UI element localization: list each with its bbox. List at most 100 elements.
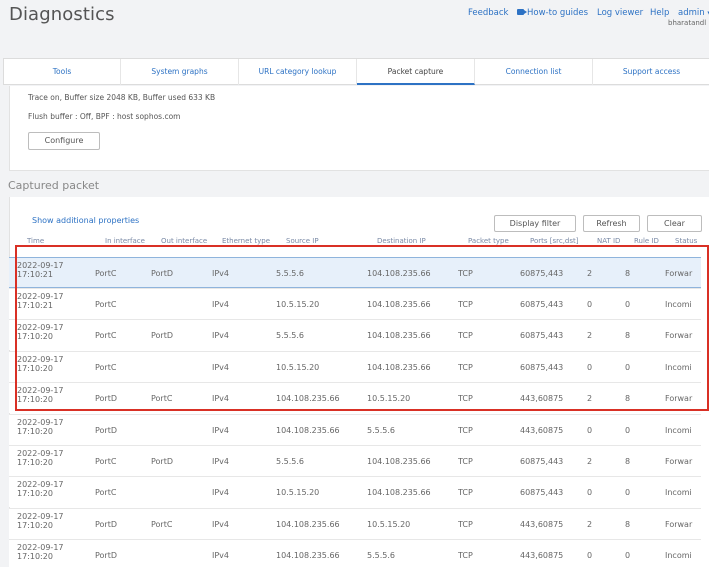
cell-nat: 2 [587, 394, 593, 403]
table-row[interactable]: 2022-09-17 17:10:20 PortC PortD IPv4 5.5.5.6 1… [9, 445, 701, 476]
admin-menu[interactable]: admin ▾ [678, 8, 709, 18]
cell-time: 2022-09-17 17:10:20 [17, 386, 83, 404]
cell-date: 2022-09-17 [17, 261, 64, 270]
cell-clock: 17:10:20 [17, 552, 53, 561]
cell-eth: IPv4 [212, 394, 230, 403]
table-row[interactable]: 2022-09-17 17:10:20 PortD PortC IPv4 104.108.… [9, 508, 701, 539]
cell-date: 2022-09-17 [17, 480, 64, 489]
cell-rule: 0 [625, 488, 631, 497]
cell-rule: 8 [625, 457, 631, 466]
cell-date: 2022-09-17 [17, 355, 64, 364]
tab-url-category-lookup[interactable]: URL category lookup [239, 59, 357, 85]
cell-date: 2022-09-17 [17, 449, 64, 458]
col-status[interactable]: Status [675, 235, 697, 247]
table-row[interactable]: 2022-09-17 17:10:20 PortC IPv4 10.5.15.20 104… [9, 476, 701, 507]
cell-clock: 17:10:20 [17, 364, 53, 373]
cell-out: PortD [151, 331, 174, 340]
cell-eth: IPv4 [212, 426, 230, 435]
cell-ports: 443,60875 [520, 551, 564, 560]
col-in-interface[interactable]: In interface [105, 235, 145, 247]
cell-status: Incomi [665, 488, 692, 497]
cell-time: 2022-09-17 17:10:20 [17, 449, 83, 467]
refresh-button[interactable]: Refresh [583, 215, 640, 232]
cell-time: 2022-09-17 17:10:20 [17, 355, 83, 373]
cell-ptype: TCP [458, 363, 473, 372]
trace-status: Trace on, Buffer size 2048 KB, Buffer us… [28, 93, 216, 102]
cell-ports: 60875,443 [520, 363, 564, 372]
cell-time: 2022-09-17 17:10:20 [17, 418, 83, 436]
show-additional-properties-link[interactable]: Show additional properties [32, 216, 139, 225]
table-row[interactable]: 2022-09-17 17:10:20 PortC IPv4 10.5.15.20 104… [9, 351, 701, 382]
cell-nat: 2 [587, 457, 593, 466]
col-source-ip[interactable]: Source IP [286, 235, 319, 247]
cell-src: 5.5.5.6 [276, 457, 304, 466]
cell-eth: IPv4 [212, 520, 230, 529]
cell-nat: 2 [587, 520, 593, 529]
table-row[interactable]: 2022-09-17 17:10:21 PortC IPv4 10.5.15.20 104… [9, 288, 701, 319]
cell-eth: IPv4 [212, 363, 230, 372]
tab-packet-capture[interactable]: Packet capture [357, 59, 475, 85]
how-to-guides-link[interactable]: How-to guides [517, 8, 588, 18]
tab-connection-list[interactable]: Connection list [475, 59, 593, 85]
cell-status: Incomi [665, 363, 692, 372]
configure-button[interactable]: Configure [28, 132, 100, 150]
cell-rule: 0 [625, 363, 631, 372]
cell-src: 104.108.235.66 [276, 551, 340, 560]
username: bharatandl [668, 19, 707, 27]
cell-ports: 60875,443 [520, 488, 564, 497]
cell-dst: 5.5.5.6 [367, 426, 395, 435]
col-time[interactable]: Time [27, 235, 44, 247]
cell-out: PortC [151, 394, 173, 403]
cell-rule: 0 [625, 426, 631, 435]
top-links: Feedback How-to guides Log viewer Help a… [0, 8, 709, 20]
cell-status: Incomi [665, 426, 692, 435]
cell-ports: 443,60875 [520, 426, 564, 435]
cell-date: 2022-09-17 [17, 512, 64, 521]
cell-status: Forwar [665, 269, 693, 278]
table-row[interactable]: 2022-09-17 17:10:21 PortC PortD IPv4 5.5.5.6 1… [9, 257, 701, 288]
clear-button[interactable]: Clear [647, 215, 702, 232]
cell-date: 2022-09-17 [17, 418, 64, 427]
cell-date: 2022-09-17 [17, 543, 64, 552]
col-nat-id[interactable]: NAT ID [597, 235, 620, 247]
col-destination-ip[interactable]: Destination IP [377, 235, 426, 247]
tab-tools[interactable]: Tools [4, 59, 121, 85]
col-ethernet-type[interactable]: Ethernet type [222, 235, 270, 247]
table-row[interactable]: 2022-09-17 17:10:20 PortC PortD IPv4 5.5.5.6 1… [9, 319, 701, 350]
cell-ptype: TCP [458, 300, 473, 309]
table-row[interactable]: 2022-09-17 17:10:20 PortD PortC IPv4 104.108.… [9, 382, 701, 413]
cell-eth: IPv4 [212, 488, 230, 497]
table-row[interactable]: 2022-09-17 17:10:20 PortD IPv4 104.108.235.6… [9, 539, 701, 567]
cell-ports: 60875,443 [520, 331, 564, 340]
table-row[interactable]: 2022-09-17 17:10:20 PortD IPv4 104.108.235.6… [9, 414, 701, 445]
feedback-link[interactable]: Feedback [468, 8, 508, 18]
cell-in: PortC [95, 331, 117, 340]
tab-system-graphs[interactable]: System graphs [121, 59, 239, 85]
cell-in: PortC [95, 363, 117, 372]
cell-dst: 104.108.235.66 [367, 331, 431, 340]
display-filter-button[interactable]: Display filter [494, 215, 576, 232]
cell-ptype: TCP [458, 394, 473, 403]
tab-bar: Tools System graphs URL category lookup … [3, 58, 709, 85]
cell-time: 2022-09-17 17:10:21 [17, 261, 83, 279]
col-packet-type[interactable]: Packet type [468, 235, 509, 247]
cell-nat: 0 [587, 363, 593, 372]
col-out-interface[interactable]: Out interface [161, 235, 207, 247]
cell-clock: 17:10:21 [17, 270, 53, 279]
col-rule-id[interactable]: Rule ID [634, 235, 659, 247]
cell-dst: 10.5.15.20 [367, 520, 411, 529]
cell-nat: 2 [587, 331, 593, 340]
tab-support-access[interactable]: Support access [593, 59, 709, 85]
cell-date: 2022-09-17 [17, 323, 64, 332]
cell-out: PortD [151, 457, 174, 466]
cell-status: Forwar [665, 457, 693, 466]
log-viewer-link[interactable]: Log viewer [597, 8, 643, 18]
cell-dst: 104.108.235.66 [367, 457, 431, 466]
cell-status: Forwar [665, 520, 693, 529]
video-camera-icon [517, 9, 527, 15]
cell-ptype: TCP [458, 520, 473, 529]
cell-rule: 0 [625, 300, 631, 309]
cell-nat: 0 [587, 426, 593, 435]
col-ports[interactable]: Ports [src,dst] [530, 235, 579, 247]
help-link[interactable]: Help [650, 8, 669, 18]
